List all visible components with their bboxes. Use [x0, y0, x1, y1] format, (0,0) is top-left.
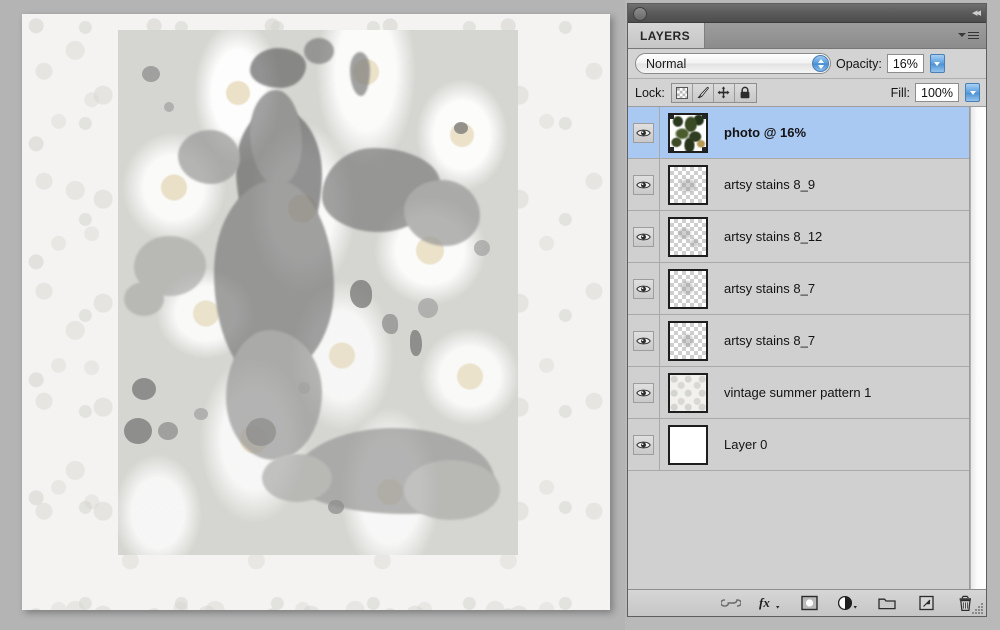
lock-position-icon[interactable] [713, 83, 735, 102]
lock-all-icon[interactable] [734, 83, 756, 102]
layers-panel: ◂◂ LAYERS Normal Opacity: 16% Lock: Fill… [625, 0, 1000, 630]
table-row[interactable]: photo @ 16% [628, 107, 969, 159]
layer-visibility-cell[interactable] [628, 315, 660, 366]
layer-visibility-cell[interactable] [628, 159, 660, 210]
tab-layers-label: LAYERS [640, 28, 690, 43]
layer-visibility-cell[interactable] [628, 263, 660, 314]
panel-tab-strip: LAYERS [628, 23, 986, 49]
photo-layer-artwork [118, 30, 518, 555]
table-row[interactable]: artsy stains 8_7 [628, 315, 969, 367]
chevron-down-icon [969, 90, 976, 95]
table-row[interactable]: vintage summer pattern 1 [628, 367, 969, 419]
photoshop-window: ◂◂ LAYERS Normal Opacity: 16% Lock: Fill… [0, 0, 1000, 630]
blend-mode-value: Normal [646, 56, 687, 71]
dock-circle-icon[interactable] [633, 7, 647, 21]
eye-icon[interactable] [633, 434, 654, 455]
table-row[interactable]: artsy stains 8_7 [628, 263, 969, 315]
layer-visibility-cell[interactable] [628, 419, 660, 470]
layer-thumbnail[interactable] [668, 112, 708, 153]
fill-group: Fill: 100% [891, 83, 980, 102]
new-group-icon[interactable] [876, 593, 898, 613]
opacity-value: 16% [892, 56, 918, 71]
layer-thumbnail-cell[interactable] [660, 320, 716, 361]
layer-name[interactable]: photo @ 16% [716, 125, 806, 140]
layer-thumbnail[interactable] [668, 372, 708, 413]
eye-icon[interactable] [633, 330, 654, 351]
layer-thumbnail[interactable] [668, 424, 708, 465]
svg-text:fx: fx [759, 595, 770, 610]
layers-panel-frame: ◂◂ LAYERS Normal Opacity: 16% Lock: Fill… [627, 3, 987, 617]
panel-menu-icon[interactable] [958, 27, 980, 43]
layer-name[interactable]: artsy stains 8_7 [716, 281, 815, 296]
table-row[interactable]: Layer 0 [628, 419, 969, 471]
layer-name[interactable]: artsy stains 8_9 [716, 177, 815, 192]
layer-thumbnail[interactable] [668, 320, 708, 361]
lock-transparent-pixels-icon[interactable] [671, 83, 693, 102]
fill-dropdown-button[interactable] [965, 83, 980, 102]
lock-buttons-group [670, 82, 757, 103]
chevron-down-icon [958, 33, 966, 37]
resize-grip-icon[interactable] [971, 602, 983, 614]
layer-thumbnail[interactable] [668, 268, 708, 309]
blend-mode-row: Normal Opacity: 16% [628, 49, 986, 79]
ink-dots-art [118, 30, 518, 555]
layer-thumbnail-cell[interactable] [660, 112, 716, 153]
layers-panel-footer: fx [628, 589, 986, 616]
double-chevron-left-icon[interactable]: ◂◂ [972, 6, 981, 20]
layer-thumbnail-cell[interactable] [660, 372, 716, 413]
layer-list[interactable]: photo @ 16% artsy stains 8_9 artsy stain… [628, 107, 970, 589]
layer-thumbnail-cell[interactable] [660, 216, 716, 257]
table-row[interactable]: artsy stains 8_9 [628, 159, 969, 211]
opacity-label: Opacity: [836, 56, 882, 71]
layer-thumbnail-cell[interactable] [660, 268, 716, 309]
tab-layers[interactable]: LAYERS [628, 23, 705, 48]
document-page[interactable] [22, 14, 610, 610]
link-layers-icon[interactable] [720, 593, 742, 613]
opacity-dropdown-button[interactable] [929, 54, 945, 73]
opacity-input[interactable]: 16% [886, 54, 924, 73]
layer-visibility-cell[interactable] [628, 211, 660, 262]
fill-label: Fill: [890, 85, 911, 100]
layer-name[interactable]: artsy stains 8_7 [716, 333, 815, 348]
eye-icon[interactable] [633, 226, 654, 247]
stepper-up-down-icon[interactable] [812, 55, 829, 72]
add-layer-mask-icon[interactable] [798, 593, 820, 613]
menu-lines-icon [968, 30, 979, 41]
eye-icon[interactable] [633, 174, 654, 195]
layer-name[interactable]: Layer 0 [716, 437, 767, 452]
lock-row: Lock: Fill: 100% [628, 79, 986, 107]
layer-visibility-cell[interactable] [628, 367, 660, 418]
layer-list-container: photo @ 16% artsy stains 8_9 artsy stain… [628, 107, 986, 589]
eye-icon[interactable] [633, 278, 654, 299]
layer-thumbnail[interactable] [668, 164, 708, 205]
layer-list-scrollbar[interactable] [970, 107, 986, 589]
layer-list-empty-space [628, 471, 969, 589]
layer-thumbnail-cell[interactable] [660, 164, 716, 205]
fill-input[interactable]: 100% [915, 83, 959, 102]
lock-image-pixels-icon[interactable] [692, 83, 714, 102]
eye-icon[interactable] [633, 382, 654, 403]
blend-mode-select[interactable]: Normal [635, 53, 831, 74]
new-layer-icon[interactable] [915, 593, 937, 613]
table-row[interactable]: artsy stains 8_12 [628, 211, 969, 263]
lock-label: Lock: [635, 85, 665, 100]
canvas-area[interactable] [0, 0, 625, 630]
fill-value: 100% [921, 85, 953, 100]
layer-effects-fx-icon[interactable]: fx [759, 593, 781, 613]
chevron-down-icon [934, 61, 941, 66]
layer-thumbnail-cell[interactable] [660, 424, 716, 465]
panel-dock-bar[interactable]: ◂◂ [628, 4, 986, 23]
new-adjustment-layer-icon[interactable] [837, 593, 859, 613]
layer-name[interactable]: vintage summer pattern 1 [716, 385, 871, 400]
layer-name[interactable]: artsy stains 8_12 [716, 229, 822, 244]
eye-icon[interactable] [633, 122, 654, 143]
layer-visibility-cell[interactable] [628, 107, 660, 158]
layer-thumbnail[interactable] [668, 216, 708, 257]
